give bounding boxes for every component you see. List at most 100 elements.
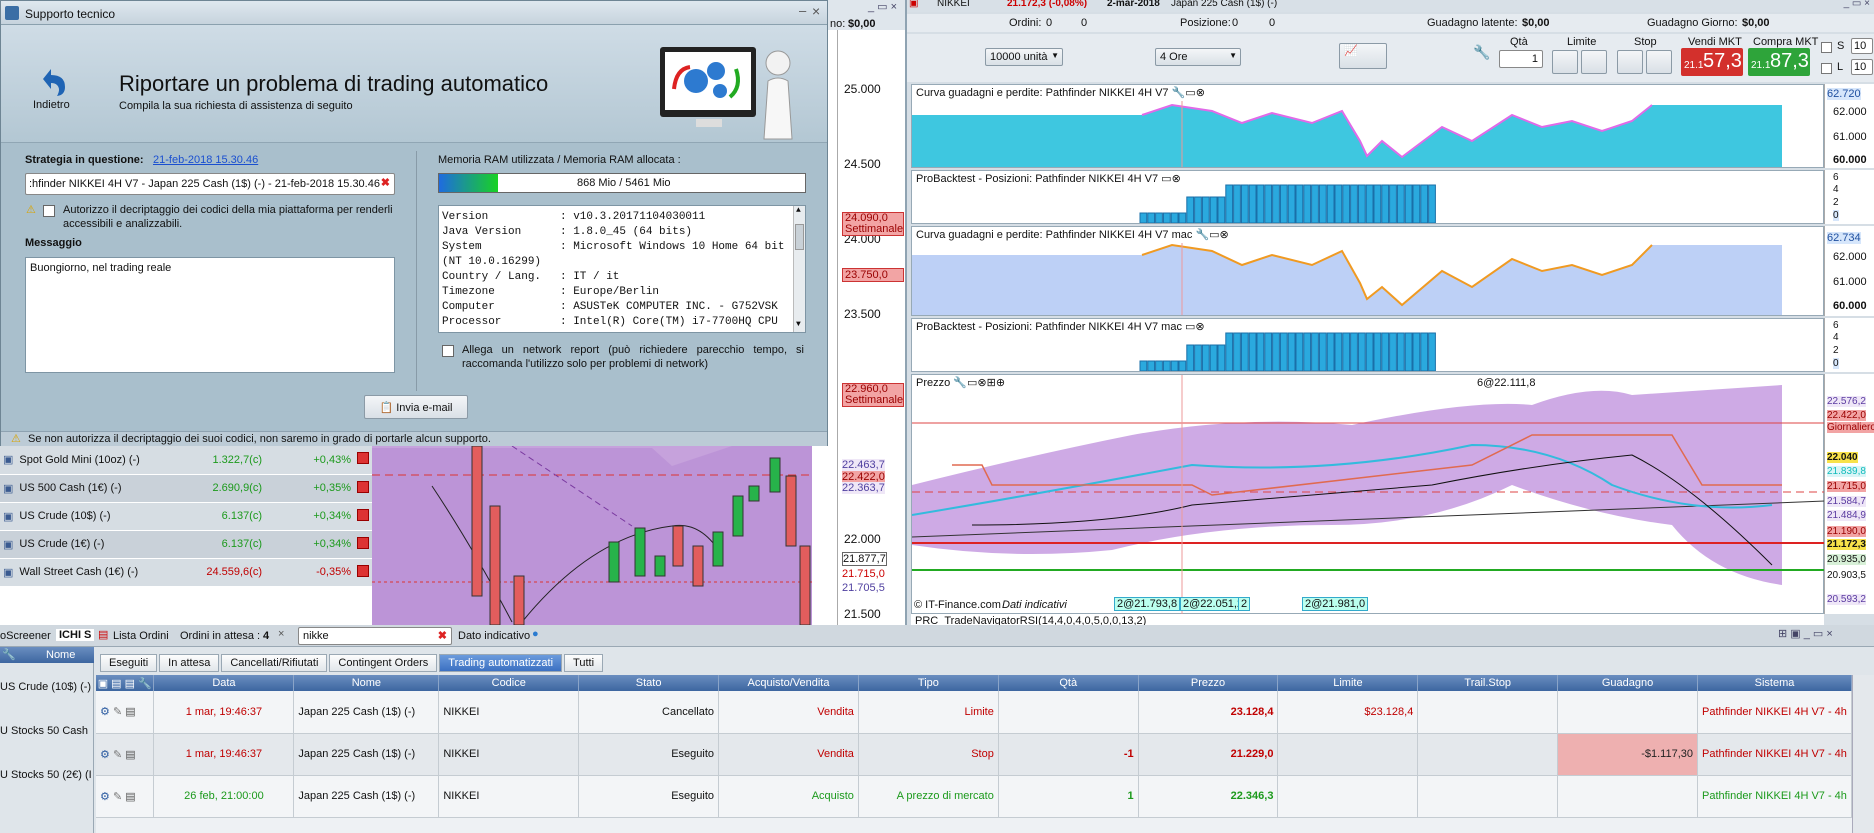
cell-prezzo: 23.128,4 <box>1138 691 1279 734</box>
scroll-down-icon[interactable]: ▼ <box>796 320 801 329</box>
row-actions[interactable]: ⚙ ✎ ▤ <box>96 775 155 818</box>
strategy-link[interactable]: 21-feb-2018 15.30.46 <box>153 154 258 166</box>
clear-icon[interactable]: ✖ <box>381 176 390 189</box>
column-header[interactable]: Data <box>153 675 295 691</box>
screener-item[interactable]: US Crude (10$) (-) <box>0 681 91 693</box>
trade-marker: 2@21.981,0 <box>1302 597 1369 611</box>
authorize-checkbox[interactable] <box>43 205 55 217</box>
order-tab[interactable]: In attesa <box>159 654 220 672</box>
row-actions[interactable]: ⚙ ✎ ▤ <box>96 733 155 776</box>
table-row[interactable]: ⚙ ✎ ▤ 26 feb, 21:00:00 Japan 225 Cash (1$)… <box>96 775 1852 818</box>
sysinfo-line: Java Version: 1.8.0_45 (64 bits) <box>442 226 693 238</box>
table-tools-header[interactable]: ▣ ▤ ▤ 🔧 <box>96 675 155 691</box>
alert-icon[interactable] <box>353 530 372 559</box>
order-tab[interactable]: Tutti <box>564 654 604 672</box>
limit-buy-button[interactable] <box>1552 50 1578 74</box>
instrument-name: US 500 Cash (1€) (-) <box>16 474 166 503</box>
window-controls[interactable]: _ ▭ × <box>868 0 897 13</box>
table-scrollbar[interactable] <box>1852 675 1874 833</box>
send-email-button[interactable]: 📋 Invia e-mail <box>364 395 468 419</box>
pending-orders-label: Ordini in attesa : <box>180 630 261 642</box>
panel-tools-icon[interactable]: 🔧▭⊗ <box>1172 87 1205 99</box>
left-price-axis: 25.000 24.500 24.000 23.500 22.000 21.50… <box>837 30 905 625</box>
sysinfo-scrollbar[interactable]: ▲ ▼ <box>793 206 805 332</box>
order-tab[interactable]: Contingent Orders <box>329 654 438 672</box>
ichi-tab[interactable]: ICHI S <box>56 629 95 641</box>
timeframe-select[interactable]: 4 Ore ▼ <box>1155 48 1241 66</box>
email-icon: 📋 <box>379 402 394 414</box>
l-input[interactable]: 10 <box>1851 59 1873 75</box>
sysinfo-textarea[interactable]: Version: v10.3.20171104030011 Java Versio… <box>438 205 806 333</box>
level-tag: 23.750,0 <box>842 268 904 282</box>
column-header[interactable]: Trail.Stop <box>1417 675 1559 691</box>
table-row[interactable]: ⚙ ✎ ▤ 1 mar, 19:46:37 Japan 225 Cash (1$) … <box>96 733 1852 776</box>
column-header[interactable]: Sistema <box>1697 675 1852 691</box>
order-tab[interactable]: Eseguiti <box>100 654 158 672</box>
watchlist-row[interactable]: ▣ US Crude (10$) (-) 6.137(c) +0,34% <box>0 502 372 531</box>
close-icon[interactable]: × <box>812 3 820 19</box>
alert-icon[interactable] <box>353 502 372 531</box>
buy-market-button[interactable]: 21.1 87,3 <box>1748 48 1810 76</box>
settings-icon: ⚙ <box>100 706 110 719</box>
sell-market-button[interactable]: 21.1 57,3 <box>1681 48 1743 76</box>
pane-splitter[interactable] <box>905 0 907 625</box>
alert-icon[interactable] <box>353 558 372 587</box>
screener-item[interactable]: U Stocks 50 Cash <box>0 725 92 737</box>
column-header[interactable]: Stato <box>578 675 720 691</box>
column-header[interactable]: Acquisto/Vendita <box>718 675 859 691</box>
window-controls[interactable]: _ ▭ × <box>1844 0 1870 9</box>
panel-tools-icon[interactable]: 🔧▭⊗ <box>1195 229 1228 241</box>
network-checkbox[interactable] <box>442 345 454 357</box>
s-input[interactable]: 10 <box>1851 38 1873 54</box>
order-tab[interactable]: Cancellati/Rifiutati <box>221 654 328 672</box>
column-header[interactable]: Guadagno <box>1557 675 1698 691</box>
sysinfo-line: Timezone: Europe/Berlin <box>442 286 660 298</box>
column-header[interactable]: Limite <box>1277 675 1419 691</box>
orders-list-tab[interactable]: Lista Ordini <box>113 630 169 642</box>
wrench-icon[interactable]: 🔧 <box>2 648 16 661</box>
column-header[interactable]: Codice <box>438 675 580 691</box>
s-checkbox[interactable] <box>1821 42 1832 53</box>
limit-sell-button[interactable] <box>1581 50 1607 74</box>
qty-input[interactable]: 1 <box>1499 50 1543 68</box>
table-row[interactable]: ⚙ ✎ ▤ 1 mar, 19:46:37 Japan 225 Cash (1$) … <box>96 691 1852 734</box>
position-bar <box>1178 212 1187 223</box>
close-icon[interactable]: × <box>278 628 284 640</box>
units-select[interactable]: 10000 unità ▼ <box>985 48 1063 66</box>
message-textarea[interactable]: Buongiorno, nel trading reale <box>25 257 395 373</box>
watchlist-row[interactable]: ▣ US Crude (1€) (-) 6.137(c) +0,34% <box>0 530 372 559</box>
alert-icon[interactable] <box>353 474 372 503</box>
watchlist-row[interactable]: ▣ US 500 Cash (1€) (-) 2.690,9(c) +0,35% <box>0 474 372 503</box>
stop-buy-button[interactable] <box>1617 50 1643 74</box>
indicators-button[interactable]: 📈 <box>1339 43 1387 69</box>
alert-icon[interactable] <box>353 446 372 475</box>
stop-sell-button[interactable] <box>1646 50 1672 74</box>
position-bar <box>1264 184 1273 223</box>
column-header[interactable]: Prezzo <box>1138 675 1279 691</box>
column-header[interactable]: Nome <box>293 675 440 691</box>
clear-icon[interactable]: ✖ <box>438 629 447 642</box>
row-actions[interactable]: ⚙ ✎ ▤ <box>96 691 155 734</box>
screener-item[interactable]: U Stocks 50 (2€) (I <box>0 769 92 781</box>
l-checkbox[interactable] <box>1821 63 1832 74</box>
back-button[interactable]: Indietro <box>25 65 77 115</box>
screener-tab[interactable]: oScreener <box>0 630 51 642</box>
watchlist-row[interactable]: ▣ Spot Gold Mini (10oz) (-) 1.322,7(c) +0,4… <box>0 446 372 475</box>
order-search-input[interactable]: nikke ✖ <box>298 627 452 645</box>
position-bar <box>1412 332 1421 371</box>
column-header[interactable]: Tipo <box>858 675 999 691</box>
wrench-icon[interactable]: 🔧 <box>1473 44 1490 61</box>
scroll-thumb[interactable] <box>795 224 804 250</box>
sysinfo-line: Version: v10.3.20171104030011 <box>442 211 706 223</box>
scroll-up-icon[interactable]: ▲ <box>796 206 801 215</box>
window-controls[interactable]: ⊞ ▣ _ ▭ × <box>1778 627 1833 640</box>
panel-tools-icon[interactable]: 🔧▭⊗⊞⊕ <box>953 377 1005 389</box>
watchlist-row[interactable]: ▣ Wall Street Cash (1€) (-) 24.559,6(c) -0,… <box>0 558 372 587</box>
instrument-icon: ▣ <box>0 502 17 531</box>
column-header[interactable]: Qtà <box>998 675 1139 691</box>
minimize-icon[interactable]: – <box>799 3 806 18</box>
order-tab[interactable]: Trading automatizzati <box>439 654 563 672</box>
authorize-text: Autorizzo il decriptaggio dei codici del… <box>63 204 393 230</box>
strategy-field[interactable]: :hfinder NIKKEI 4H V7 - Japan 225 Cash (… <box>25 173 395 195</box>
position-bar <box>1326 332 1335 371</box>
